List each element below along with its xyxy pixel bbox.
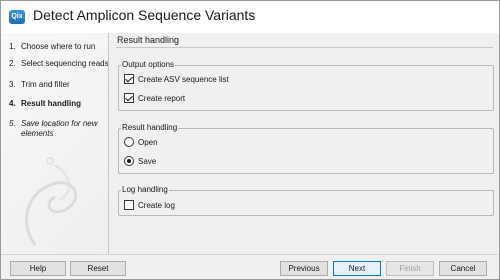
group-label: Log handling <box>121 185 169 194</box>
group-label: Result handling <box>121 123 179 132</box>
create-log-checkbox[interactable]: Create log <box>124 200 175 210</box>
step-select-sequencing-reads: 2. Select sequencing reads <box>9 59 109 69</box>
heading-divider <box>116 47 493 48</box>
radio-circle[interactable] <box>124 137 134 147</box>
next-button[interactable]: Next <box>333 261 381 276</box>
checkbox-label: Create ASV sequence list <box>138 74 229 84</box>
window-title: Detect Amplicon Sequence Variants <box>33 7 256 23</box>
step-save-location: 5. Save location for new elements <box>9 119 108 139</box>
checkbox-label: Create log <box>138 200 175 210</box>
result-handling-group: Result handling Open Save <box>118 123 494 174</box>
log-handling-group: Log handling Create log <box>118 185 494 216</box>
previous-button[interactable]: Previous <box>280 261 328 276</box>
cancel-button[interactable]: Cancel <box>439 261 487 276</box>
checkbox-box[interactable] <box>124 200 134 210</box>
checkbox-label: Create report <box>138 93 186 103</box>
page-heading: Result handling <box>117 35 180 45</box>
checkbox-box[interactable] <box>124 74 134 84</box>
step-number: 2. <box>9 59 16 68</box>
radio-label: Save <box>138 156 157 166</box>
help-button[interactable]: Help <box>10 261 66 276</box>
step-number: 1. <box>9 42 16 51</box>
finish-button[interactable]: Finish <box>386 261 434 276</box>
title-bar: Qix Detect Amplicon Sequence Variants <box>1 1 499 33</box>
button-bar: Help Reset Previous Next Finish Cancel <box>1 254 499 279</box>
radio-circle[interactable] <box>124 156 134 166</box>
open-radio[interactable]: Open <box>124 137 158 147</box>
group-label: Output options <box>121 60 176 69</box>
step-label: Result handling <box>21 99 81 108</box>
step-number: 3. <box>9 80 16 89</box>
create-report-checkbox[interactable]: Create report <box>124 93 185 103</box>
wizard-dialog: Qix Detect Amplicon Sequence Variants 1.… <box>0 0 500 280</box>
output-options-group: Output options Create ASV sequence list … <box>118 60 494 111</box>
reset-button[interactable]: Reset <box>70 261 126 276</box>
step-label: Choose where to run <box>21 42 96 51</box>
step-choose-where-to-run: 1. Choose where to run <box>9 42 108 52</box>
step-number: 5. <box>9 119 16 128</box>
save-radio[interactable]: Save <box>124 156 156 166</box>
checkbox-box[interactable] <box>124 93 134 103</box>
step-trim-and-filter: 3. Trim and filter <box>9 80 108 90</box>
step-label: Select sequencing reads <box>21 59 109 68</box>
result-handling-panel: Result handling Output options Create AS… <box>110 33 499 254</box>
step-label: Save location for new elements <box>21 119 98 138</box>
step-label: Trim and filter <box>21 80 70 89</box>
step-result-handling: 4. Result handling <box>9 99 108 109</box>
wizard-steps-sidebar: 1. Choose where to run 2. Select sequenc… <box>1 33 109 254</box>
create-asv-sequence-list-checkbox[interactable]: Create ASV sequence list <box>124 74 229 84</box>
app-logo-icon: Qix <box>9 10 25 24</box>
decorative-swirl-icon <box>25 157 78 246</box>
radio-label: Open <box>138 137 158 147</box>
step-number: 4. <box>9 99 16 108</box>
